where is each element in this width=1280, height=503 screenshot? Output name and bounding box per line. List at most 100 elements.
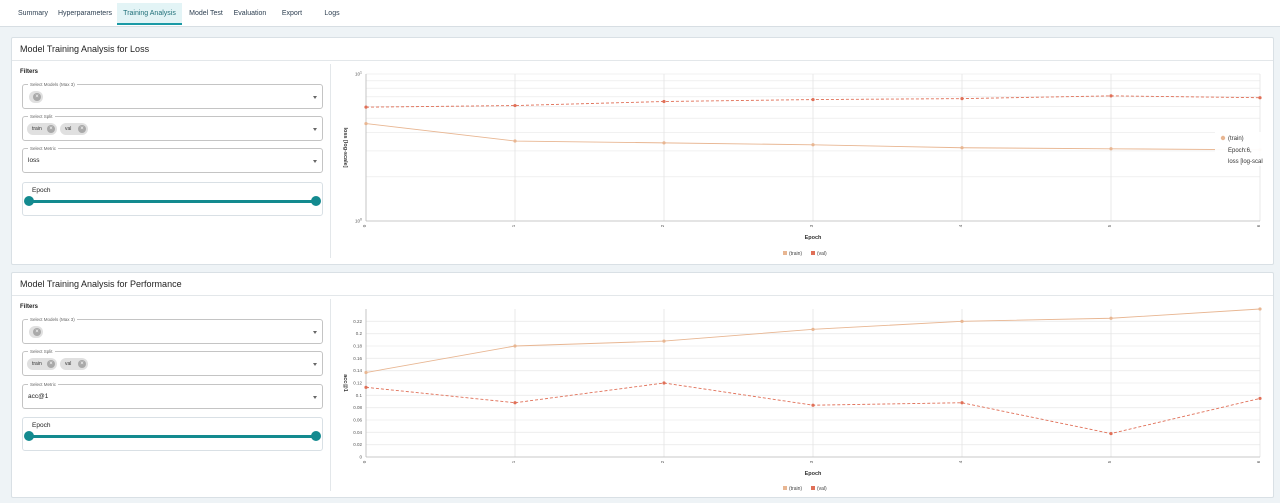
field-label: Select Models (Max 3) xyxy=(28,316,77,323)
select-metric-dropdown[interactable]: Select Metric loss xyxy=(22,145,323,173)
data-point xyxy=(662,339,666,343)
chevron-down-icon[interactable] xyxy=(313,96,317,99)
tab-summary[interactable]: Summary xyxy=(12,3,54,25)
data-point xyxy=(960,401,964,405)
performance-chart: 0 0.02 0.04 0.06 0.08 0.1 0.12 0.14 0.16 0.18 0.2 0… xyxy=(342,307,1262,492)
x-tick-label: 6 xyxy=(1256,460,1261,463)
tooltip-series: (train) xyxy=(1228,136,1244,142)
x-tick-label: 5 xyxy=(1107,224,1112,227)
split-chip-val: val × xyxy=(60,123,88,135)
remove-chip-icon[interactable]: × xyxy=(33,328,41,336)
y-tick-label: 100 xyxy=(355,218,362,224)
epoch-label: Epoch xyxy=(32,422,51,429)
loss-analysis-panel: Model Training Analysis for Loss Filters… xyxy=(11,37,1274,265)
remove-chip-icon[interactable]: × xyxy=(33,93,41,101)
data-point xyxy=(960,319,964,323)
data-point xyxy=(811,327,815,331)
split-chip-train: train × xyxy=(27,358,57,370)
data-point xyxy=(513,103,517,108)
tab-hyperparameters[interactable]: Hyperparameters xyxy=(57,3,113,25)
data-point xyxy=(960,97,964,101)
epoch-slider-start-handle[interactable] xyxy=(24,431,34,441)
chevron-down-icon[interactable] xyxy=(313,396,317,399)
filters-label: Filters xyxy=(20,69,39,75)
legend-swatch xyxy=(783,486,787,490)
epoch-label: Epoch xyxy=(32,187,51,194)
divider xyxy=(330,64,331,258)
remove-chip-icon[interactable]: × xyxy=(78,360,86,368)
field-label: Select Metric xyxy=(28,381,59,388)
select-metric-dropdown[interactable]: Select Metric acc@1 xyxy=(22,381,323,409)
epoch-slider-start-handle[interactable] xyxy=(24,196,34,206)
select-split-dropdown[interactable]: Select Split train × val × xyxy=(22,113,323,141)
data-point xyxy=(364,105,368,109)
remove-chip-icon[interactable]: × xyxy=(47,125,55,133)
data-point xyxy=(960,146,964,150)
epoch-slider-track[interactable] xyxy=(29,435,316,438)
y-tick-label: 0.08 xyxy=(353,405,362,410)
data-point xyxy=(1258,307,1262,311)
y-tick-label: 0.1 xyxy=(356,393,363,398)
chevron-down-icon[interactable] xyxy=(313,331,317,334)
chart-tooltip: (train) Epoch:6, loss [log-scal xyxy=(1215,132,1272,166)
epoch-slider-track[interactable] xyxy=(29,200,316,203)
tab-training-analysis[interactable]: Training Analysis xyxy=(117,3,182,25)
chevron-down-icon[interactable] xyxy=(313,160,317,163)
select-models-dropdown[interactable]: Select Models (Max 3) × xyxy=(22,81,323,109)
chip-label: train xyxy=(32,361,42,367)
legend-label: (val) xyxy=(817,251,827,257)
divider xyxy=(12,295,1273,296)
x-tick-label: 3 xyxy=(809,224,814,227)
select-models-dropdown[interactable]: Select Models (Max 3) × xyxy=(22,316,323,344)
data-point xyxy=(513,139,517,143)
epoch-slider-end-handle[interactable] xyxy=(311,431,321,441)
data-point xyxy=(513,401,517,405)
legend-label: (train) xyxy=(789,486,802,492)
y-tick-label: 0.14 xyxy=(353,368,362,373)
y-tick-label: 101 xyxy=(355,71,362,77)
tab-logs[interactable]: Logs xyxy=(318,3,346,25)
legend-label: (val) xyxy=(817,486,827,492)
data-point xyxy=(662,141,666,145)
y-tick-label: 0.22 xyxy=(353,319,362,324)
y-tick-label: 0.04 xyxy=(353,430,362,435)
epoch-filter: Epoch xyxy=(22,182,323,216)
data-point xyxy=(1109,431,1113,436)
x-tick-label: 5 xyxy=(1107,460,1112,463)
chevron-down-icon[interactable] xyxy=(313,363,317,366)
x-tick-label: 3 xyxy=(809,460,814,463)
x-tick-label: 4 xyxy=(958,460,963,463)
y-tick-label: 0.06 xyxy=(353,418,362,423)
chip-label: val xyxy=(65,361,72,367)
field-label: Select Split xyxy=(28,113,55,120)
field-label: Select Split xyxy=(28,348,55,355)
data-point xyxy=(364,121,368,126)
tooltip-swatch xyxy=(1220,135,1226,141)
panel-title: Model Training Analysis for Loss xyxy=(20,44,150,54)
data-point xyxy=(364,385,368,389)
tab-model-test[interactable]: Model Test xyxy=(186,3,226,25)
data-point xyxy=(811,403,815,407)
y-tick-label: 0 xyxy=(359,455,362,460)
data-point xyxy=(662,381,666,385)
y-axis-label: acc@1 xyxy=(342,374,348,392)
divider xyxy=(12,60,1273,61)
epoch-slider-end-handle[interactable] xyxy=(311,196,321,206)
remove-chip-icon[interactable]: × xyxy=(78,125,86,133)
remove-chip-icon[interactable]: × xyxy=(47,360,55,368)
split-chip-train: train × xyxy=(27,123,57,135)
field-label: Select Models (Max 3) xyxy=(28,81,77,88)
x-axis-label: Epoch xyxy=(805,235,822,241)
chip-label: val xyxy=(65,126,72,132)
data-point xyxy=(1109,94,1113,98)
select-split-dropdown[interactable]: Select Split train × val × xyxy=(22,348,323,376)
data-point xyxy=(811,143,815,147)
x-tick-label: 1 xyxy=(511,224,516,227)
tab-export[interactable]: Export xyxy=(276,3,308,25)
y-tick-label: 0.18 xyxy=(353,344,362,349)
chevron-down-icon[interactable] xyxy=(313,128,317,131)
tab-evaluation[interactable]: Evaluation xyxy=(230,3,270,25)
model-chip: × xyxy=(29,326,43,338)
model-chip: × xyxy=(29,91,43,103)
x-tick-label: 4 xyxy=(958,224,963,227)
